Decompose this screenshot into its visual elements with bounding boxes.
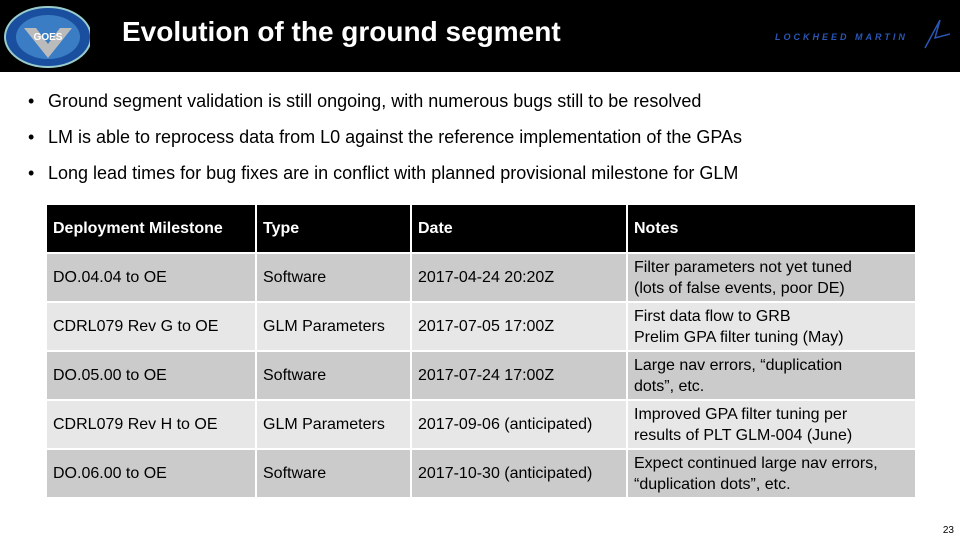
- note-line: results of PLT GLM-004 (June): [634, 426, 853, 444]
- table-cell: CDRL079 Rev G to OE: [47, 303, 255, 350]
- lockheed-martin-logo: LOCKHEED MARTIN: [775, 19, 950, 49]
- table-header-row: Deployment Milestone Type Date Notes: [47, 205, 915, 252]
- note-line: (lots of false events, poor DE): [634, 279, 845, 297]
- table-cell: Expect continued large nav errors, “dupli…: [628, 450, 915, 497]
- page-number: 23: [942, 525, 954, 536]
- milestone-table: Deployment Milestone Type Date Notes DO.…: [45, 203, 917, 499]
- bullet-item: • LM is able to reprocess data from L0 ag…: [28, 127, 743, 147]
- table-cell: 2017-07-24 17:00Z: [412, 352, 626, 399]
- table-row: DO.04.04 to OE Software 2017-04-24 20:20Z F…: [47, 254, 915, 301]
- column-header: Deployment Milestone: [47, 205, 255, 252]
- column-header: Date: [412, 205, 626, 252]
- bullet-item: • Ground segment validation is still ongo…: [28, 91, 702, 111]
- table-cell: Software: [257, 352, 410, 399]
- table-row: DO.06.00 to OE Software 2017-10-30 (antici…: [47, 450, 915, 497]
- table-cell: DO.05.00 to OE: [47, 352, 255, 399]
- table-cell: Software: [257, 450, 410, 497]
- table-row: CDRL079 Rev G to OE GLM Parameters 2017-07…: [47, 303, 915, 350]
- table-cell: DO.06.00 to OE: [47, 450, 255, 497]
- table-cell: Large nav errors, “duplication dots”, etc…: [628, 352, 915, 399]
- table-cell: CDRL079 Rev H to OE: [47, 401, 255, 448]
- note-line: First data flow to GRB: [634, 307, 791, 325]
- note-line: dots”, etc.: [634, 377, 705, 395]
- table-cell: DO.04.04 to OE: [47, 254, 255, 301]
- table-cell: First data flow to GRB Prelim GPA filter …: [628, 303, 915, 350]
- table-cell: Improved GPA filter tuning per results of…: [628, 401, 915, 448]
- svg-text:GOES: GOES: [34, 32, 63, 43]
- bullet-list: • Ground segment validation is still ongo…: [28, 90, 742, 198]
- table-cell: 2017-09-06 (anticipated): [412, 401, 626, 448]
- table-cell: GLM Parameters: [257, 401, 410, 448]
- table-cell: 2017-04-24 20:20Z: [412, 254, 626, 301]
- note-line: Large nav errors, “duplication: [634, 356, 843, 374]
- note-line: Filter parameters not yet tuned: [634, 258, 852, 276]
- note-line: Expect continued large nav errors,: [634, 454, 878, 472]
- note-line: Improved GPA filter tuning per: [634, 405, 848, 423]
- column-header: Notes: [628, 205, 915, 252]
- note-line: Prelim GPA filter tuning (May): [634, 328, 844, 346]
- note-line: “duplication dots”, etc.: [634, 475, 791, 493]
- slide-header: GOES Evolution of the ground segment LOC…: [0, 0, 960, 72]
- table-cell: 2017-10-30 (anticipated): [412, 450, 626, 497]
- bullet-item: • Long lead times for bug fixes are in co…: [28, 163, 739, 183]
- table-row: DO.05.00 to OE Software 2017-07-24 17:00Z L…: [47, 352, 915, 399]
- slide-title: Evolution of the ground segment: [122, 16, 561, 47]
- table-cell: 2017-07-05 17:00Z: [412, 303, 626, 350]
- column-header: Type: [257, 205, 410, 252]
- table-cell: GLM Parameters: [257, 303, 410, 350]
- table-cell: Filter parameters not yet tuned (lots of …: [628, 254, 915, 301]
- table-cell: Software: [257, 254, 410, 301]
- table-row: CDRL079 Rev H to OE GLM Parameters 2017-09…: [47, 401, 915, 448]
- goes-r-logo: GOES: [4, 6, 90, 68]
- svg-text:LOCKHEED MARTIN: LOCKHEED MARTIN: [775, 32, 908, 42]
